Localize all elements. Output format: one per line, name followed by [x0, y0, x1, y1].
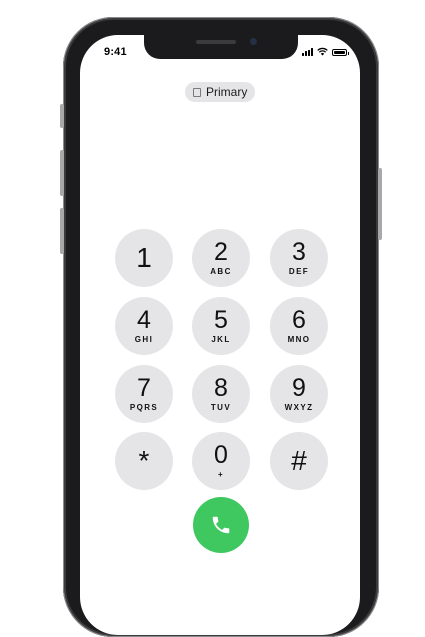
key-digit: 4: [137, 306, 151, 334]
key-three[interactable]: 3 DEF: [270, 229, 328, 287]
status-time: 9:41: [104, 46, 127, 58]
line-label: Primary: [206, 85, 248, 99]
battery-icon: [332, 49, 349, 56]
volume-up-button: [60, 150, 64, 196]
key-digit: 1: [136, 242, 152, 273]
wifi-icon: [317, 47, 328, 56]
key-five[interactable]: 5 JKL: [192, 297, 250, 355]
key-letters: ABC: [210, 267, 232, 276]
key-eight[interactable]: 8 TUV: [192, 365, 250, 423]
key-letters: WXYZ: [284, 403, 314, 412]
key-letters: +: [217, 470, 225, 479]
volume-down-button: [60, 208, 64, 254]
key-six[interactable]: 6 MNO: [270, 297, 328, 355]
key-zero[interactable]: 0 +: [192, 432, 250, 490]
phone-icon: [212, 516, 230, 534]
key-digit: #: [291, 445, 307, 476]
key-letters: DEF: [288, 267, 310, 276]
key-digit: 3: [292, 238, 306, 266]
speaker-grille: [196, 40, 236, 44]
cellular-signal-icon: [302, 48, 313, 56]
key-two[interactable]: 2 ABC: [192, 229, 250, 287]
key-letters: TUV: [210, 403, 232, 412]
phone-screen: 9:41 Primary 1 2 ABC 3 DEF 4 GHI 5 JKL 6 MNO 7 PQRS 8…: [80, 35, 360, 635]
key-digit: *: [138, 445, 150, 476]
key-letters: PQRS: [129, 403, 159, 412]
call-button[interactable]: [193, 497, 249, 553]
silent-switch: [60, 104, 64, 128]
side-button: [378, 168, 382, 240]
key-star[interactable]: *: [115, 432, 173, 490]
key-letters: GHI: [134, 335, 154, 344]
key-digit: 9: [292, 374, 306, 402]
key-digit: 7: [137, 374, 151, 402]
key-digit: 8: [214, 374, 228, 402]
key-digit: 5: [214, 306, 228, 334]
front-camera: [250, 38, 257, 45]
key-letters: JKL: [211, 335, 231, 344]
notch: [144, 35, 298, 59]
key-letters: MNO: [287, 335, 311, 344]
sim-card-icon: [193, 87, 201, 97]
key-four[interactable]: 4 GHI: [115, 297, 173, 355]
status-icons: [302, 46, 349, 56]
key-one[interactable]: 1: [115, 229, 173, 287]
key-pound[interactable]: #: [270, 432, 328, 490]
key-digit: 0: [214, 441, 228, 469]
line-selector[interactable]: Primary: [185, 82, 256, 102]
key-nine[interactable]: 9 WXYZ: [270, 365, 328, 423]
key-seven[interactable]: 7 PQRS: [115, 365, 173, 423]
key-digit: 6: [292, 306, 306, 334]
key-digit: 2: [214, 238, 228, 266]
